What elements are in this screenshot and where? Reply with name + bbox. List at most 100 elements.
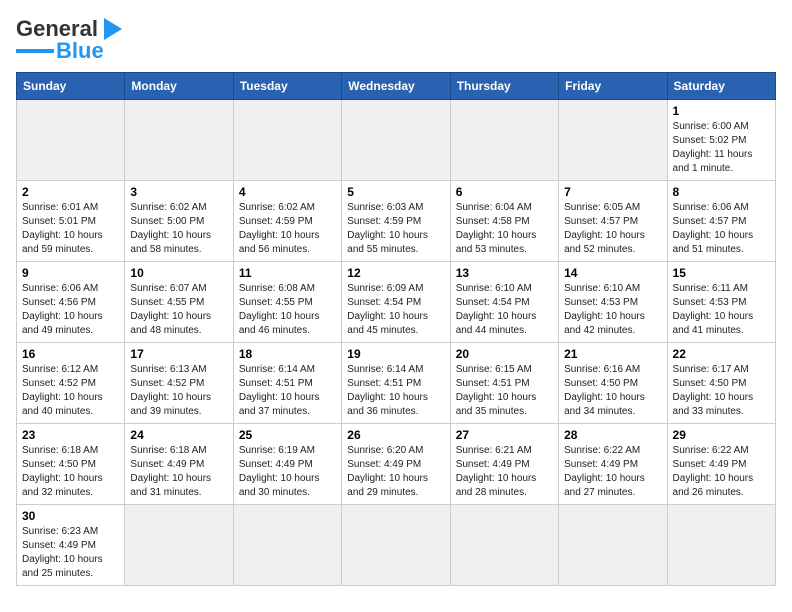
day-number: 11 [239, 266, 336, 280]
calendar-week-3: 9Sunrise: 6:06 AM Sunset: 4:56 PM Daylig… [17, 262, 776, 343]
day-info: Sunrise: 6:12 AM Sunset: 4:52 PM Dayligh… [22, 363, 119, 419]
day-number: 22 [673, 347, 770, 361]
day-number: 28 [564, 428, 661, 442]
calendar-cell: 24 Sunrise: 6:18 AM Sunset: 4:49 PM Dayli… [125, 424, 233, 505]
calendar-cell: 2 Sunrise: 6:01 AM Sunset: 5:01 PM Daylig… [17, 181, 125, 262]
day-info: Sunrise: 6:18 AM Sunset: 4:50 PM Dayligh… [22, 444, 119, 500]
calendar-week-5: 23 Sunrise: 6:18 AM Sunset: 4:50 PM Dayli… [17, 424, 776, 505]
day-info: Sunrise: 6:14 AM Sunset: 4:51 PM Dayligh… [239, 363, 336, 419]
calendar-cell: 22 Sunrise: 6:17 AM Sunset: 4:50 PM Dayli… [667, 343, 775, 424]
day-info: Sunrise: 6:11 AM Sunset: 4:53 PM Dayligh… [673, 282, 770, 338]
calendar-cell: 19 Sunrise: 6:14 AM Sunset: 4:51 PM Dayli… [342, 343, 450, 424]
calendar-cell: 6Sunrise: 6:04 AM Sunset: 4:58 PM Daylig… [450, 181, 558, 262]
day-info: Sunrise: 6:21 AM Sunset: 4:49 PM Dayligh… [456, 444, 553, 500]
day-number: 26 [347, 428, 444, 442]
calendar-cell [342, 505, 450, 586]
day-info: Sunrise: 6:02 AM Sunset: 4:59 PM Dayligh… [239, 201, 336, 257]
calendar-cell [17, 100, 125, 181]
page-header: General Blue [16, 16, 776, 62]
calendar-cell: 11 Sunrise: 6:08 AM Sunset: 4:55 PM Dayli… [233, 262, 341, 343]
day-info: Sunrise: 6:02 AM Sunset: 5:00 PM Dayligh… [130, 201, 227, 257]
day-info: Sunrise: 6:13 AM Sunset: 4:52 PM Dayligh… [130, 363, 227, 419]
day-info: Sunrise: 6:09 AM Sunset: 4:54 PM Dayligh… [347, 282, 444, 338]
day-number: 27 [456, 428, 553, 442]
weekday-header-saturday: Saturday [667, 73, 775, 100]
calendar-cell: 5 Sunrise: 6:03 AM Sunset: 4:59 PM Daylig… [342, 181, 450, 262]
calendar-cell: 3 Sunrise: 6:02 AM Sunset: 5:00 PM Daylig… [125, 181, 233, 262]
calendar-cell: 12Sunrise: 6:09 AM Sunset: 4:54 PM Dayli… [342, 262, 450, 343]
day-number: 20 [456, 347, 553, 361]
calendar-cell: 7Sunrise: 6:05 AM Sunset: 4:57 PM Daylig… [559, 181, 667, 262]
calendar-cell: 9Sunrise: 6:06 AM Sunset: 4:56 PM Daylig… [17, 262, 125, 343]
day-info: Sunrise: 6:01 AM Sunset: 5:01 PM Dayligh… [22, 201, 119, 257]
day-info: Sunrise: 6:08 AM Sunset: 4:55 PM Dayligh… [239, 282, 336, 338]
calendar-cell: 26 Sunrise: 6:20 AM Sunset: 4:49 PM Dayli… [342, 424, 450, 505]
day-info: Sunrise: 6:22 AM Sunset: 4:49 PM Dayligh… [564, 444, 661, 500]
weekday-header-friday: Friday [559, 73, 667, 100]
calendar-week-6: 30 Sunrise: 6:23 AM Sunset: 4:49 PM Dayli… [17, 505, 776, 586]
day-number: 15 [673, 266, 770, 280]
calendar-cell: 1Sunrise: 6:00 AM Sunset: 5:02 PM Daylig… [667, 100, 775, 181]
calendar-cell: 29Sunrise: 6:22 AM Sunset: 4:49 PM Dayli… [667, 424, 775, 505]
weekday-header-wednesday: Wednesday [342, 73, 450, 100]
weekday-header-tuesday: Tuesday [233, 73, 341, 100]
logo-bar [16, 49, 54, 53]
day-number: 8 [673, 185, 770, 199]
day-number: 17 [130, 347, 227, 361]
day-number: 24 [130, 428, 227, 442]
logo-text-blue: Blue [56, 40, 104, 62]
calendar-cell [125, 505, 233, 586]
calendar-cell: 14Sunrise: 6:10 AM Sunset: 4:53 PM Dayli… [559, 262, 667, 343]
calendar-cell: 17 Sunrise: 6:13 AM Sunset: 4:52 PM Dayli… [125, 343, 233, 424]
day-number: 3 [130, 185, 227, 199]
day-number: 5 [347, 185, 444, 199]
calendar-cell: 27 Sunrise: 6:21 AM Sunset: 4:49 PM Dayli… [450, 424, 558, 505]
day-info: Sunrise: 6:20 AM Sunset: 4:49 PM Dayligh… [347, 444, 444, 500]
day-number: 1 [673, 104, 770, 118]
calendar-week-2: 2 Sunrise: 6:01 AM Sunset: 5:01 PM Daylig… [17, 181, 776, 262]
day-number: 4 [239, 185, 336, 199]
calendar-cell: 25 Sunrise: 6:19 AM Sunset: 4:49 PM Dayli… [233, 424, 341, 505]
day-number: 2 [22, 185, 119, 199]
calendar-cell [559, 100, 667, 181]
day-number: 10 [130, 266, 227, 280]
day-info: Sunrise: 6:19 AM Sunset: 4:49 PM Dayligh… [239, 444, 336, 500]
day-info: Sunrise: 6:15 AM Sunset: 4:51 PM Dayligh… [456, 363, 553, 419]
weekday-header-thursday: Thursday [450, 73, 558, 100]
calendar-week-4: 16 Sunrise: 6:12 AM Sunset: 4:52 PM Dayli… [17, 343, 776, 424]
calendar-cell: 18Sunrise: 6:14 AM Sunset: 4:51 PM Dayli… [233, 343, 341, 424]
day-number: 21 [564, 347, 661, 361]
logo-triangle-icon [104, 18, 122, 40]
day-number: 23 [22, 428, 119, 442]
calendar-cell [233, 505, 341, 586]
day-number: 16 [22, 347, 119, 361]
calendar-cell: 4 Sunrise: 6:02 AM Sunset: 4:59 PM Daylig… [233, 181, 341, 262]
day-number: 19 [347, 347, 444, 361]
calendar-cell: 10 Sunrise: 6:07 AM Sunset: 4:55 PM Dayli… [125, 262, 233, 343]
day-info: Sunrise: 6:07 AM Sunset: 4:55 PM Dayligh… [130, 282, 227, 338]
calendar-cell [233, 100, 341, 181]
calendar-cell [667, 505, 775, 586]
day-number: 30 [22, 509, 119, 523]
calendar-week-1: 1Sunrise: 6:00 AM Sunset: 5:02 PM Daylig… [17, 100, 776, 181]
day-info: Sunrise: 6:14 AM Sunset: 4:51 PM Dayligh… [347, 363, 444, 419]
day-info: Sunrise: 6:17 AM Sunset: 4:50 PM Dayligh… [673, 363, 770, 419]
calendar-cell [450, 505, 558, 586]
calendar-cell: 15 Sunrise: 6:11 AM Sunset: 4:53 PM Dayli… [667, 262, 775, 343]
day-number: 7 [564, 185, 661, 199]
logo: General Blue [16, 16, 122, 62]
day-number: 25 [239, 428, 336, 442]
day-info: Sunrise: 6:23 AM Sunset: 4:49 PM Dayligh… [22, 525, 119, 581]
calendar-cell [125, 100, 233, 181]
calendar-cell: 16 Sunrise: 6:12 AM Sunset: 4:52 PM Dayli… [17, 343, 125, 424]
day-info: Sunrise: 6:18 AM Sunset: 4:49 PM Dayligh… [130, 444, 227, 500]
weekday-header-monday: Monday [125, 73, 233, 100]
calendar-cell: 8Sunrise: 6:06 AM Sunset: 4:57 PM Daylig… [667, 181, 775, 262]
calendar: SundayMondayTuesdayWednesdayThursdayFrid… [16, 72, 776, 586]
calendar-cell: 20 Sunrise: 6:15 AM Sunset: 4:51 PM Dayli… [450, 343, 558, 424]
calendar-cell: 28 Sunrise: 6:22 AM Sunset: 4:49 PM Dayli… [559, 424, 667, 505]
day-number: 14 [564, 266, 661, 280]
day-info: Sunrise: 6:03 AM Sunset: 4:59 PM Dayligh… [347, 201, 444, 257]
calendar-cell [450, 100, 558, 181]
calendar-cell: 21Sunrise: 6:16 AM Sunset: 4:50 PM Dayli… [559, 343, 667, 424]
